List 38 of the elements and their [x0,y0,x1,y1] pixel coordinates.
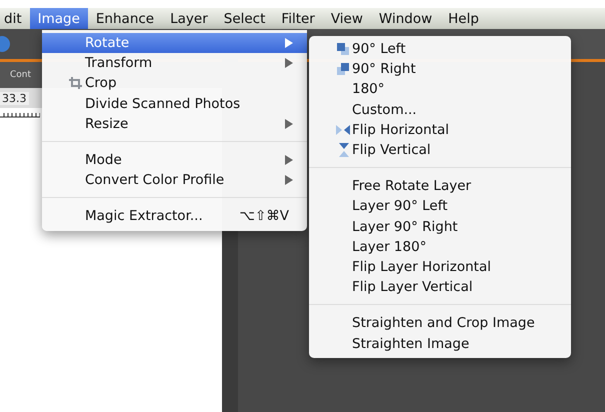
menu-item[interactable]: Crop [42,73,307,94]
menu-item[interactable]: Divide Scanned Photos [42,94,307,114]
menu-bar-item[interactable]: Image [30,8,88,29]
menu-item[interactable]: Free Rotate Layer [309,176,571,196]
menu-item[interactable]: Flip Layer Horizontal [309,256,571,278]
menu-item[interactable]: 180° [309,79,571,100]
menu-item[interactable]: Convert Color Profile [42,170,307,190]
menu-item[interactable]: Flip Layer Vertical [309,277,571,298]
menu-item[interactable]: Resize [42,114,307,134]
menu-bar-item[interactable]: Help [440,8,487,29]
value-field[interactable]: 33.3 [0,92,28,104]
menu-item[interactable]: Mode [42,150,307,170]
menu-item[interactable]: Rotate [42,33,307,54]
crop-icon [69,77,83,90]
menu-item[interactable]: Flip Horizontal [309,120,571,140]
menu-item[interactable]: Transform [42,53,307,74]
menu-bar-item[interactable]: Layer [162,8,216,29]
menu-item[interactable]: Flip Vertical [309,140,571,160]
menu-item[interactable]: Magic Extractor... ⌥⇧⌘V [42,206,307,226]
rotate-left-icon [336,42,350,56]
menu-item[interactable]: Layer 90° Left [309,196,571,216]
menu-item[interactable]: Layer 180° [309,236,571,257]
menu-bar-item[interactable]: dit [0,8,30,29]
menu-bar-item[interactable]: Select [216,8,274,29]
menu-bar-item[interactable]: View [322,8,371,29]
option-label: Cont [9,70,32,80]
flip-vertical-icon [338,143,350,158]
rotate-right-icon [336,62,350,76]
menu-item[interactable]: Layer 90° Right [309,216,571,237]
menu-item[interactable]: 90° Right [309,59,571,80]
menu-bar-item[interactable]: Enhance [88,8,162,29]
ruler [0,110,40,118]
menu-item[interactable]: Custom... [309,100,571,120]
menu-item[interactable]: Straighten and Crop Image [309,313,571,334]
menu-bar-item[interactable]: Window [370,8,440,29]
menu-item[interactable]: Straighten Image [309,333,571,354]
flip-horizontal-icon [336,124,350,136]
menu-bar-item[interactable]: Filter [273,8,323,29]
